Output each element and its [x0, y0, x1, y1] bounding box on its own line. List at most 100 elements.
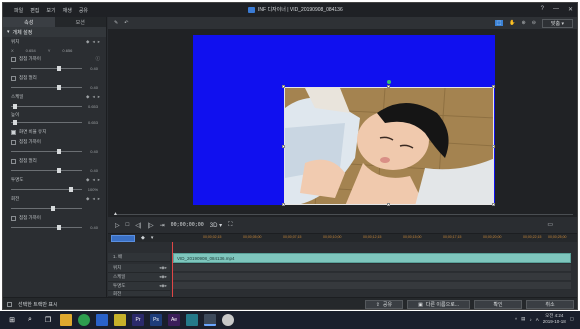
ok-button[interactable]: 확인 [474, 300, 522, 309]
add-keyframe-icon[interactable]: ◆ [86, 196, 89, 202]
input-language[interactable]: A [536, 317, 539, 322]
ease-out-checkbox-2[interactable] [11, 158, 16, 164]
resize-handle[interactable] [492, 85, 495, 88]
paint-icon[interactable]: ✎ [114, 20, 118, 26]
mode-3d-select[interactable]: 3D ▾ [210, 222, 222, 229]
prev-frame-icon[interactable]: ◁| [135, 222, 141, 229]
app-icon-teal[interactable] [186, 314, 198, 326]
help-button[interactable]: ? [541, 6, 544, 13]
keyframe-nav-icon[interactable]: ◂◆▸ [159, 274, 167, 280]
scale-height-slider[interactable]: 0.653 [11, 118, 98, 127]
zoom-in-icon[interactable]: ⊕ [521, 20, 525, 26]
premiere-icon[interactable]: Pr [132, 314, 144, 326]
menu-play[interactable]: 재생 [63, 7, 72, 14]
search-icon[interactable]: ⌕ [24, 314, 36, 326]
hand-tool-icon[interactable]: ✋ [509, 20, 515, 26]
scale-lane[interactable] [173, 273, 571, 281]
prev-keyframe-icon[interactable]: ◂ [92, 196, 94, 202]
share-button[interactable]: ⇪ 공유 [364, 300, 404, 309]
add-track-icon[interactable]: ◆ [141, 235, 145, 242]
show-selected-track-option[interactable]: 선택한 트랙만 표시 [3, 301, 58, 308]
ease-out-slider-2[interactable]: 0.40 [11, 166, 98, 175]
app-icon-blue[interactable] [96, 314, 108, 326]
tray-chevron-icon[interactable]: ^ [515, 317, 517, 322]
tab-motion[interactable]: 모션 [54, 17, 106, 27]
zoom-select[interactable]: 맞춤 ▾ [541, 18, 573, 28]
menu-edit[interactable]: 편집 [30, 7, 39, 14]
next-keyframe-icon[interactable]: ▸ [98, 196, 100, 202]
add-keyframe-icon[interactable]: ◆ [86, 94, 89, 100]
slider-knob[interactable] [57, 168, 61, 173]
next-keyframe-icon[interactable]: ▸ [98, 39, 100, 45]
prev-keyframe-icon[interactable]: ◂ [92, 177, 94, 183]
slider-knob[interactable] [57, 149, 61, 154]
playhead[interactable] [172, 242, 173, 297]
stop-icon[interactable]: □ [126, 222, 130, 228]
prev-keyframe-icon[interactable]: ◂ [92, 94, 94, 100]
slider-knob[interactable] [57, 66, 61, 71]
track-options-icon[interactable]: ▾ [151, 235, 154, 242]
resize-handle[interactable] [387, 85, 390, 88]
ease-out-slider-1[interactable]: 0.40 [11, 83, 98, 92]
fullscreen-icon[interactable]: ⛶ [228, 222, 232, 229]
menu-file[interactable]: 파일 [14, 7, 23, 14]
cancel-button[interactable]: 취소 [526, 300, 574, 309]
next-keyframe-icon[interactable]: ▸ [98, 94, 100, 100]
photoshop-icon[interactable]: Ps [150, 314, 162, 326]
position-x-value[interactable]: 0.654 [26, 48, 36, 53]
resize-handle[interactable] [282, 85, 285, 88]
help-icon[interactable]: ⓘ [96, 56, 101, 62]
opacity-lane[interactable] [173, 282, 571, 290]
ease-in-checkbox-2[interactable] [11, 139, 16, 145]
safe-area-icon[interactable]: ▭ [547, 221, 553, 228]
resize-handle[interactable] [492, 145, 495, 148]
notification-icon[interactable]: ▢ [570, 316, 574, 322]
rotation-handle[interactable] [387, 80, 391, 84]
ease-in-slider-1[interactable]: 0.40 [11, 64, 98, 73]
object-settings-header[interactable]: ▾ 개체 설정 [3, 27, 106, 37]
app-icon-yellow[interactable] [114, 314, 126, 326]
ease-in-checkbox-3[interactable] [11, 215, 16, 221]
save-as-button[interactable]: ▣ 다른 이름으로... [407, 300, 470, 309]
menu-share[interactable]: 공유 [79, 7, 88, 14]
track-scale[interactable]: 스케일 ◂◆▸ [108, 273, 170, 282]
opacity-slider[interactable]: 100% [11, 185, 98, 194]
close-button[interactable]: ✕ [568, 6, 573, 13]
menu-view[interactable]: 보기 [46, 7, 55, 14]
scale-width-slider[interactable]: 0.653 [11, 102, 98, 111]
slider-knob[interactable] [57, 85, 61, 90]
ease-out-checkbox-1[interactable] [11, 75, 16, 81]
clock[interactable]: 오전 4:24 2019-10-18 [543, 313, 566, 325]
ease-in-checkbox-1[interactable] [11, 56, 16, 62]
after-effects-icon[interactable]: Ae [168, 314, 180, 326]
app-icon-gray[interactable] [222, 314, 234, 326]
play-icon[interactable]: ▷ [115, 222, 120, 229]
undo-icon[interactable]: ↶ [124, 20, 128, 26]
slider-knob[interactable] [69, 187, 73, 192]
ease-in-slider-3[interactable]: 0.40 [11, 223, 98, 232]
show-selected-checkbox[interactable] [7, 302, 12, 307]
add-keyframe-icon[interactable]: ◆ [86, 39, 89, 45]
keyframe-nav-icon[interactable]: ◂◆▸ [159, 265, 167, 271]
resize-handle[interactable] [387, 203, 390, 206]
next-keyframe-icon[interactable]: ▸ [98, 177, 100, 183]
timecode-display[interactable]: 00;00;00;00 [171, 222, 204, 228]
windows-start-icon[interactable]: ⊞ [6, 314, 18, 326]
timeline-track-button[interactable] [111, 235, 135, 242]
track-position[interactable]: 위치 ◂◆▸ [108, 264, 170, 273]
file-explorer-icon[interactable] [60, 314, 72, 326]
keep-ratio-checkbox[interactable] [11, 129, 16, 135]
chrome-icon[interactable] [78, 314, 90, 326]
add-keyframe-icon[interactable]: ◆ [86, 177, 89, 183]
next-frame-icon[interactable]: |▷ [147, 222, 153, 229]
track-1[interactable]: 1. 배 [108, 253, 170, 262]
prev-keyframe-icon[interactable]: ◂ [92, 39, 94, 45]
select-tool-icon[interactable]: ⬚ [494, 20, 504, 26]
keyframe-nav-icon[interactable]: ◂◆▸ [159, 283, 167, 289]
video-editor-taskbar-icon[interactable] [204, 314, 216, 326]
baby-photo-object[interactable] [284, 87, 494, 205]
resize-handle[interactable] [282, 145, 285, 148]
minimize-button[interactable]: — [553, 6, 559, 13]
zoom-out-icon[interactable]: ⊖ [532, 20, 536, 26]
slider-knob[interactable] [13, 104, 17, 109]
